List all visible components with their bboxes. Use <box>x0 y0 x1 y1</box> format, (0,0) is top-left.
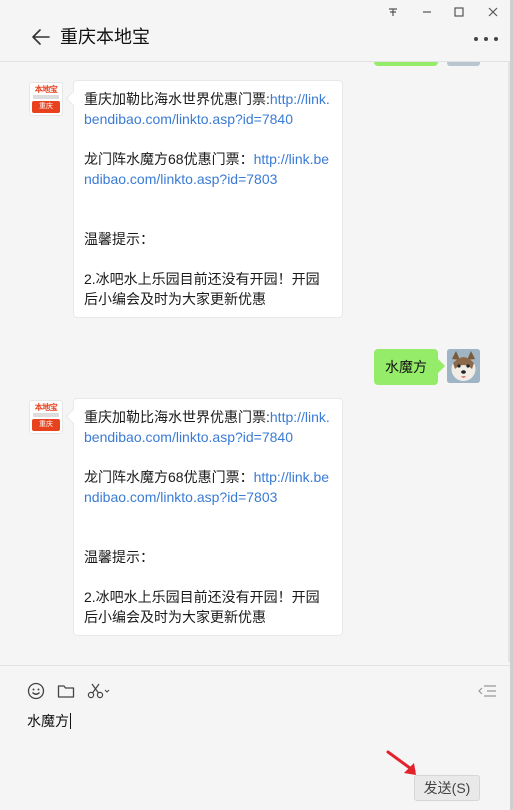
send-button[interactable]: 发送(S) <box>414 775 480 801</box>
emoji-icon[interactable] <box>26 681 46 701</box>
avatar-logo-city: 重庆 <box>32 101 60 113</box>
title-bar: 重庆本地宝 <box>0 0 513 62</box>
message-text: 重庆加勒比海水世界优惠门票: <box>84 409 270 425</box>
message-text: 重庆加勒比海水世界优惠门票: <box>84 91 270 107</box>
maximize-icon[interactable] <box>448 4 470 20</box>
sender-avatar[interactable]: 本地宝 重庆 <box>29 400 63 434</box>
chat-window: 重庆本地宝 本地宝 重庆 重庆加勒比海水世界优惠门票:http://link.b… <box>0 0 513 810</box>
my-avatar[interactable] <box>447 62 480 66</box>
back-arrow-icon[interactable] <box>30 26 52 48</box>
avatar-logo-city: 重庆 <box>32 419 60 431</box>
close-icon[interactable] <box>482 4 504 20</box>
message-tip-body: 2.冰吧水上乐园目前还没有开园！开园后小编会及时为大家更新优惠 <box>84 589 320 625</box>
message-bubble[interactable]: 重庆加勒比海水世界优惠门票:http://link.bendibao.com/l… <box>73 398 343 636</box>
chat-title: 重庆本地宝 <box>60 27 150 47</box>
message-input[interactable]: 水魔方 <box>27 710 71 732</box>
chat-history-icon[interactable] <box>478 684 498 700</box>
pin-icon[interactable] <box>382 4 404 20</box>
text-caret <box>70 713 71 729</box>
my-message-bubble[interactable]: 水魔方 <box>374 349 438 385</box>
avatar-logo-text: 本地宝 <box>34 403 58 412</box>
message-text: 龙门阵水魔方68优惠门票： <box>84 151 254 167</box>
message-input-value: 水魔方 <box>27 713 69 729</box>
sender-avatar[interactable]: 本地宝 重庆 <box>29 82 63 116</box>
avatar-logo-underline <box>33 413 59 417</box>
composer-area: 水魔方 发送(S) <box>0 665 510 810</box>
my-avatar[interactable] <box>447 349 480 383</box>
avatar-logo-underline <box>33 95 59 99</box>
message-tip-body: 2.冰吧水上乐园目前还没有开园！开园后小编会及时为大家更新优惠 <box>84 271 320 307</box>
message-tip-title: 温馨提示： <box>84 549 154 565</box>
folder-icon[interactable] <box>56 681 76 701</box>
avatar-logo-text: 本地宝 <box>34 85 58 94</box>
previous-message-bubble <box>374 62 438 66</box>
more-options-icon[interactable] <box>474 32 498 46</box>
message-text: 龙门阵水魔方68优惠门票： <box>84 469 254 485</box>
message-list[interactable]: 本地宝 重庆 重庆加勒比海水世界优惠门票:http://link.bendiba… <box>0 62 508 665</box>
message-tip-title: 温馨提示： <box>84 231 154 247</box>
minimize-icon[interactable] <box>416 4 438 20</box>
message-bubble[interactable]: 重庆加勒比海水世界优惠门票:http://link.bendibao.com/l… <box>73 80 343 318</box>
scissors-icon[interactable] <box>86 681 112 701</box>
